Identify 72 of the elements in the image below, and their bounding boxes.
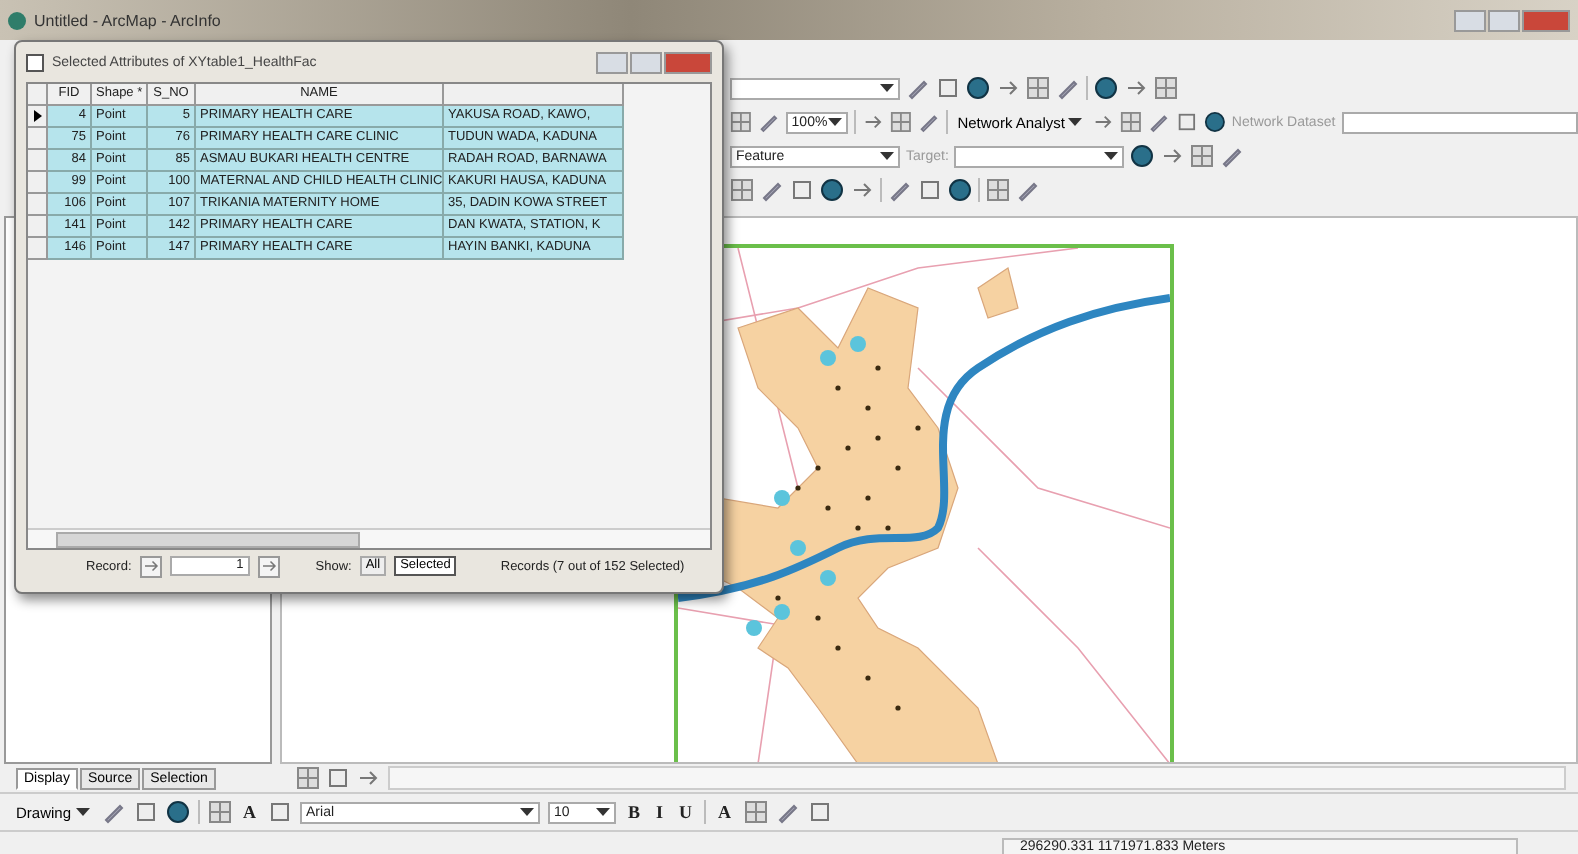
horizontal-scrollbar[interactable]: [388, 766, 1566, 790]
grid-icon[interactable]: [730, 110, 752, 134]
grid-icon[interactable]: [1190, 144, 1215, 168]
caret-icon: [596, 808, 611, 816]
caret-icon: [520, 808, 535, 816]
table-icon: [26, 53, 44, 71]
grid-icon[interactable]: [730, 178, 754, 202]
format-button[interactable]: I: [652, 802, 668, 822]
pencil-icon[interactable]: [101, 800, 126, 824]
grid-icon[interactable]: [743, 800, 768, 824]
globe-icon[interactable]: [1130, 144, 1155, 168]
minimize-button[interactable]: [596, 51, 628, 73]
format-button[interactable]: A: [714, 802, 736, 822]
caret-icon: [1068, 118, 1083, 126]
window-title: Untitled - ArcMap - ArcInfo: [34, 11, 221, 29]
globe-icon[interactable]: [1094, 76, 1118, 100]
arrow-icon[interactable]: [1160, 144, 1185, 168]
app-logo-icon: [8, 11, 26, 29]
arrow-icon[interactable]: [1092, 110, 1115, 134]
globe-icon[interactable]: [948, 178, 972, 202]
caret-icon: [880, 84, 894, 92]
format-button[interactable]: A: [239, 802, 261, 822]
caret-icon: [1104, 152, 1119, 160]
caret-icon: [75, 808, 90, 816]
square-icon[interactable]: [268, 800, 293, 824]
pencil-icon[interactable]: [917, 110, 940, 134]
pencil-icon[interactable]: [775, 800, 800, 824]
square-icon[interactable]: [918, 178, 942, 202]
caret-icon: [880, 152, 894, 160]
globe-icon[interactable]: [820, 178, 844, 202]
grid-icon[interactable]: [986, 178, 1010, 202]
horizontal-scrollbar[interactable]: [28, 528, 710, 548]
arrow-icon[interactable]: [862, 110, 884, 134]
pencil-icon[interactable]: [1056, 76, 1080, 100]
grid-icon[interactable]: [207, 800, 232, 824]
grid-icon[interactable]: [1026, 76, 1050, 100]
globe-icon[interactable]: [165, 800, 190, 824]
globe-icon[interactable]: [966, 76, 990, 100]
square-icon[interactable]: [1176, 110, 1199, 134]
dropdown[interactable]: [730, 77, 900, 99]
close-button[interactable]: [664, 51, 712, 73]
input-field[interactable]: [1341, 111, 1578, 133]
format-button[interactable]: U: [675, 802, 697, 822]
pencil-icon[interactable]: [1016, 178, 1040, 202]
maximize-button[interactable]: [630, 51, 662, 73]
pencil-icon[interactable]: [888, 178, 912, 202]
pencil-icon[interactable]: [757, 110, 780, 134]
pencil-icon[interactable]: [1148, 110, 1171, 134]
maximize-button[interactable]: [1488, 9, 1520, 31]
square-icon[interactable]: [807, 800, 832, 824]
square-icon[interactable]: [133, 800, 158, 824]
grid-icon[interactable]: [1154, 76, 1178, 100]
globe-icon[interactable]: [1204, 110, 1226, 134]
close-button[interactable]: [1522, 9, 1570, 31]
minimize-button[interactable]: [1454, 9, 1486, 31]
arrow-icon[interactable]: [1124, 76, 1148, 100]
square-icon[interactable]: [790, 178, 814, 202]
square-icon[interactable]: [326, 766, 350, 790]
grid-icon[interactable]: [296, 766, 320, 790]
format-button[interactable]: B: [624, 802, 645, 822]
grid-icon[interactable]: [890, 110, 912, 134]
current-row-icon: [33, 110, 41, 122]
arrow-icon[interactable]: [996, 76, 1020, 100]
pencil-icon[interactable]: [1220, 144, 1245, 168]
column-header[interactable]: [444, 84, 624, 106]
pencil-icon[interactable]: [760, 178, 784, 202]
pencil-icon[interactable]: [906, 76, 930, 100]
caret-icon: [828, 118, 843, 126]
square-icon[interactable]: [936, 76, 960, 100]
grid-icon[interactable]: [1120, 110, 1143, 134]
arrow-icon[interactable]: [356, 766, 380, 790]
arrow-icon[interactable]: [850, 178, 874, 202]
